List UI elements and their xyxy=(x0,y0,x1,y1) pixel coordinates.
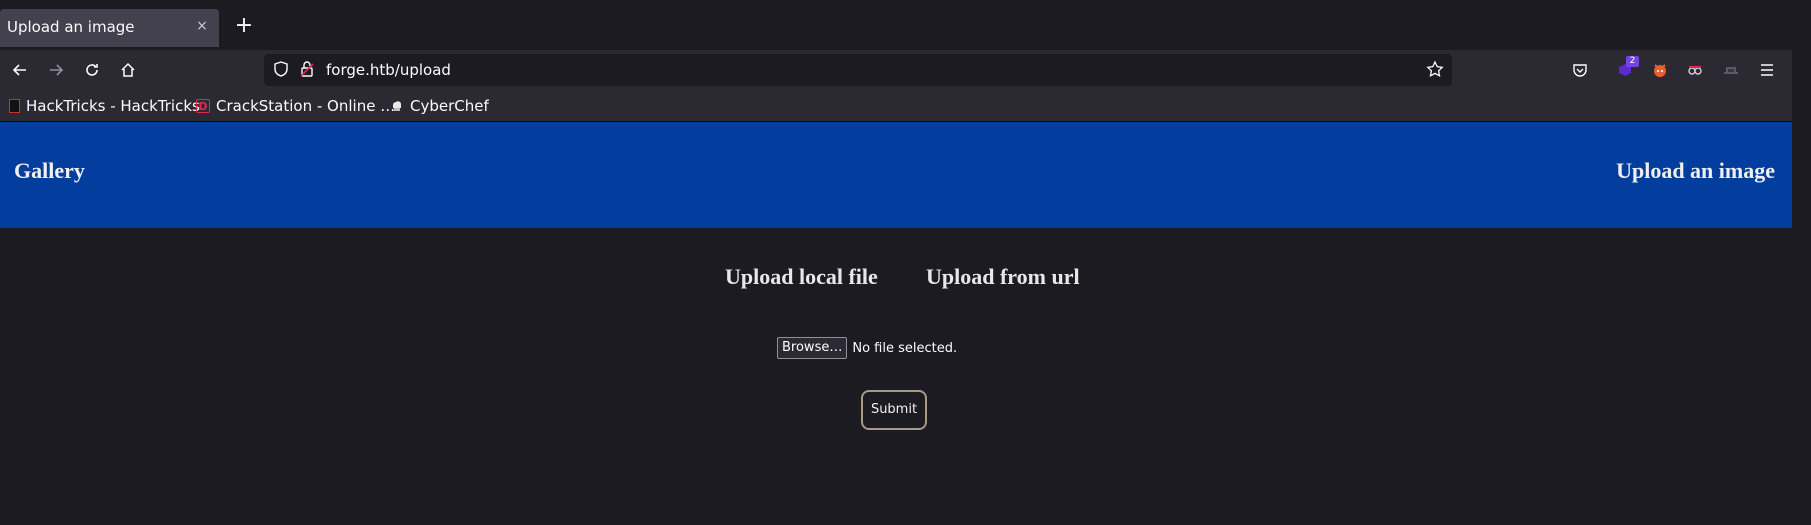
file-input[interactable]: Browse… No file selected. xyxy=(777,337,957,359)
page-content: Gallery Upload an image Upload local fil… xyxy=(0,122,1792,525)
file-status-text: No file selected. xyxy=(852,340,958,356)
bookmark-label: CyberChef xyxy=(410,97,489,115)
back-button[interactable] xyxy=(6,56,34,84)
bookmark-label: CrackStation - Online … xyxy=(216,97,396,115)
home-icon xyxy=(121,62,135,77)
foxyproxy-icon[interactable] xyxy=(1646,56,1674,84)
upload-image-link[interactable]: Upload an image xyxy=(1616,158,1775,184)
detective-extension-icon[interactable] xyxy=(1681,56,1709,84)
home-button[interactable] xyxy=(114,56,142,84)
menu-icon[interactable] xyxy=(1753,56,1781,84)
cyberchef-icon xyxy=(390,99,404,113)
nav-bar: forge.htb/upload 2 xyxy=(0,50,1792,90)
pocket-icon[interactable] xyxy=(1566,56,1594,84)
bookmark-cyberchef[interactable]: CyberChef xyxy=(390,96,489,116)
forward-button[interactable] xyxy=(42,56,70,84)
gallery-link[interactable]: Gallery xyxy=(14,158,85,184)
bookmark-star-icon[interactable] xyxy=(1426,60,1444,82)
bookmarks-toolbar: HackTricks - HackTricks D CrackStation -… xyxy=(0,90,1792,122)
submit-button[interactable]: Submit xyxy=(861,390,927,430)
crackstation-icon: D xyxy=(196,99,210,113)
shield-icon[interactable] xyxy=(272,60,290,82)
forward-arrow-icon xyxy=(50,64,64,76)
upload-local-file-link[interactable]: Upload local file xyxy=(725,264,878,290)
extension-purple-icon[interactable]: 2 xyxy=(1611,56,1639,84)
site-header: Gallery Upload an image xyxy=(0,122,1792,228)
browse-button[interactable]: Browse… xyxy=(777,337,848,359)
tab-title: Upload an image xyxy=(7,18,135,36)
bookmark-hacktricks[interactable]: HackTricks - HackTricks xyxy=(9,96,200,116)
bookmark-label: HackTricks - HackTricks xyxy=(26,97,200,115)
extension-badge: 2 xyxy=(1626,56,1639,67)
reload-button[interactable] xyxy=(78,56,106,84)
tab-strip-bg: Upload an image × + xyxy=(0,0,1792,50)
tab-close-icon[interactable]: × xyxy=(193,17,211,35)
url-text: forge.htb/upload xyxy=(326,61,451,79)
hacktricks-icon xyxy=(9,99,20,113)
bookmark-crackstation[interactable]: D CrackStation - Online … xyxy=(196,96,395,116)
lock-icon[interactable] xyxy=(298,60,316,82)
tab-active[interactable]: Upload an image × xyxy=(0,9,219,47)
upload-from-url-link[interactable]: Upload from url xyxy=(926,264,1080,290)
new-tab-button[interactable]: + xyxy=(231,14,257,40)
hat-extension-icon[interactable] xyxy=(1717,56,1745,84)
back-arrow-icon xyxy=(12,64,26,76)
tab-strip: Upload an image × + xyxy=(0,0,1811,50)
reload-icon xyxy=(86,64,98,76)
url-bar[interactable]: forge.htb/upload xyxy=(264,54,1452,86)
